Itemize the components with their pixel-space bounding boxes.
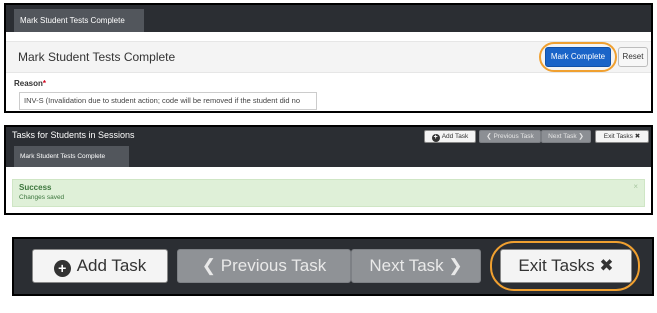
tab-mark-student-tests-complete[interactable]: Mark Student Tests Complete [14,9,144,32]
chevron-left-icon: ❮ [201,256,216,275]
task-nav-zoom-panel: + Add Task ❮ Previous Task Next Task ❯ Ex… [12,237,654,296]
page-title: Mark Student Tests Complete [18,50,176,64]
previous-task-button[interactable]: ❮ Previous Task [177,249,351,283]
plus-circle-icon: + [53,260,71,277]
mark-complete-panel: Mark Student Tests Complete Mark Student… [4,3,653,113]
close-icon: ✖ [599,256,614,275]
reason-label: Reason* [14,79,46,88]
mark-complete-button[interactable]: Mark Complete [545,47,611,67]
add-task-button[interactable]: + Add Task [424,130,476,143]
chevron-right-icon: ❯ [578,133,584,140]
close-icon[interactable]: × [633,182,638,191]
previous-task-label: Previous Task [493,133,534,140]
required-mark: * [42,79,47,88]
previous-task-button[interactable]: ❮ Previous Task [479,130,541,143]
tasks-heading: Tasks for Students in Sessions [12,130,135,140]
next-task-button[interactable]: Next Task ❯ [541,130,591,143]
exit-tasks-label: Exit Tasks [603,133,633,140]
add-task-label: Add Task [76,256,147,275]
page-header: Mark Student Tests Complete Mark Complet… [6,41,651,73]
tab-mark-student-tests-complete[interactable]: Mark Student Tests Complete [14,146,129,167]
next-task-label: Next Task [548,133,577,140]
exit-tasks-button[interactable]: Exit Tasks ✖ [595,130,649,143]
exit-tasks-button[interactable]: Exit Tasks ✖ [500,249,632,283]
next-task-label: Next Task [369,256,444,275]
reset-button[interactable]: Reset [618,47,648,67]
add-task-button[interactable]: + Add Task [32,249,168,283]
previous-task-label: Previous Task [220,256,327,275]
tasks-panel: Tasks for Students in Sessions + Add Task… [4,125,653,215]
next-task-button[interactable]: Next Task ❯ [351,249,481,283]
add-task-label: Add Task [441,133,469,140]
tasks-toolbar: Tasks for Students in Sessions + Add Task… [6,127,651,167]
success-message: Changes saved [19,194,65,201]
chevron-left-icon: ❮ [486,133,492,140]
reason-select[interactable]: INV-S (Invalidation due to student actio… [19,92,317,110]
success-alert: Success Changes saved × [12,179,645,207]
close-icon: ✖ [634,133,641,140]
chevron-right-icon: ❯ [448,256,463,275]
reason-label-text: Reason [14,79,43,88]
plus-circle-icon: + [431,134,440,142]
exit-tasks-label: Exit Tasks [518,256,595,275]
top-tab-bar: Mark Student Tests Complete [6,5,651,32]
success-title: Success [19,183,52,192]
